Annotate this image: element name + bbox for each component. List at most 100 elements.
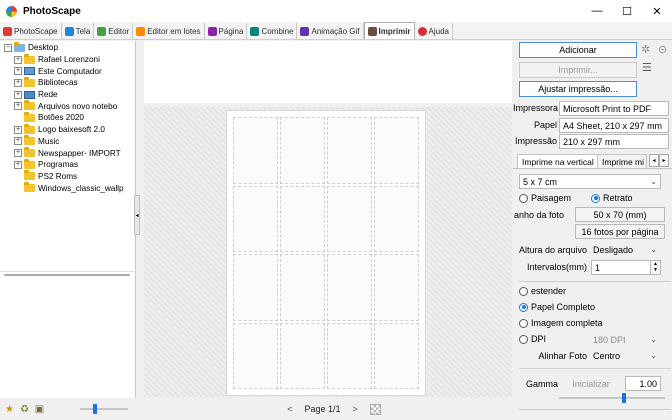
slider-thumb[interactable]: [622, 393, 627, 403]
section-divider: [519, 409, 671, 410]
interval-input[interactable]: 1 ▲ ▼: [591, 260, 661, 275]
tab-imprime-mi[interactable]: Imprime mi: [597, 154, 647, 169]
tree-item[interactable]: + Rafael Lorenzoni: [4, 53, 134, 66]
photo-slot[interactable]: [280, 185, 325, 252]
tree-item[interactable]: + Rede: [4, 89, 134, 101]
tree-item[interactable]: PS2 Roms: [4, 170, 134, 183]
tab-scroll-right-icon[interactable]: ▸: [659, 154, 669, 167]
photo-slot[interactable]: [327, 117, 372, 184]
tree-item[interactable]: + Newspapper- IMPORT: [4, 147, 134, 159]
thumbnail-size-slider[interactable]: [80, 404, 128, 414]
photo-slot[interactable]: [327, 185, 372, 252]
slider-thumb[interactable]: [93, 404, 98, 414]
expand-icon[interactable]: +: [14, 55, 22, 64]
photo-slot[interactable]: [327, 254, 372, 321]
tree-item[interactable]: + Programas: [4, 158, 134, 171]
folder-view-icon[interactable]: ▣: [34, 404, 45, 415]
tree-item[interactable]: Botões 2020: [4, 111, 134, 124]
folder-icon: [24, 170, 35, 181]
tab-photoscape[interactable]: PhotoScape: [0, 23, 62, 39]
photo-slot[interactable]: [327, 322, 372, 389]
orientation-landscape-radio[interactable]: Paisagem: [519, 193, 571, 203]
list-icon[interactable]: ☰: [642, 61, 652, 74]
tab-pagina[interactable]: Página: [205, 23, 248, 39]
tab-label: Combine: [261, 26, 294, 36]
trash-icon[interactable]: ⊝: [658, 43, 667, 56]
gamma-slider[interactable]: [559, 393, 665, 403]
collapse-icon[interactable]: −: [4, 43, 12, 52]
folder-icon: [14, 42, 25, 52]
fit-full-paper-radio[interactable]: Papel Completo: [519, 302, 595, 312]
collapse-panel-button[interactable]: ◂: [134, 195, 140, 235]
tab-editor-em-lotes[interactable]: Editor em lotes: [133, 23, 205, 39]
gamma-reset-button[interactable]: Inicializar: [559, 376, 623, 391]
spinner-icon[interactable]: ▲ ▼: [650, 261, 660, 274]
tree-item-label: Newspapper- IMPORT: [38, 148, 121, 158]
scrollbar-thumb[interactable]: [4, 274, 130, 276]
tab-combine[interactable]: Combine: [247, 23, 298, 39]
expand-icon[interactable]: +: [14, 67, 22, 76]
photo-slot[interactable]: [233, 254, 278, 321]
photo-slot[interactable]: [374, 117, 419, 184]
minimize-button[interactable]: —: [582, 0, 612, 22]
tab-ajuda[interactable]: Ajuda: [415, 23, 453, 39]
print-button[interactable]: Imprimir...: [519, 62, 637, 78]
remove-all-icon[interactable]: ✲: [641, 43, 650, 56]
checker-pattern-icon[interactable]: [369, 403, 381, 415]
expand-icon[interactable]: +: [14, 160, 22, 169]
tree-item[interactable]: + Music: [4, 135, 134, 148]
expand-icon[interactable]: +: [14, 102, 22, 111]
tab-tela[interactable]: Tela: [62, 23, 95, 39]
expand-icon[interactable]: +: [14, 90, 22, 99]
fit-stretch-radio[interactable]: estender: [519, 286, 566, 296]
file-height-select[interactable]: Desligado ⌄: [589, 242, 661, 257]
tree-item[interactable]: Windows_classic_wallp: [4, 182, 134, 194]
tab-editor[interactable]: Editor: [94, 23, 134, 39]
photo-slot[interactable]: [280, 117, 325, 184]
tab-animacao-gif[interactable]: Animação Gif: [297, 23, 364, 39]
expand-icon[interactable]: +: [14, 125, 22, 134]
print-icon: [367, 26, 377, 36]
fit-dpi-radio[interactable]: DPI: [519, 334, 546, 344]
tree-item[interactable]: + Bibliotecas: [4, 76, 134, 89]
maximize-button[interactable]: ☐: [612, 0, 642, 22]
expand-icon[interactable]: +: [14, 78, 22, 87]
tab-scroll-left-icon[interactable]: ◂: [649, 154, 659, 167]
align-photo-select[interactable]: Centro ⌄: [589, 348, 661, 363]
printer-label: Impressora: [513, 103, 559, 113]
tab-imprime-na-vertical[interactable]: Imprime na vertical: [517, 154, 599, 169]
add-button[interactable]: Adicionar: [519, 42, 637, 58]
photo-size-select[interactable]: 5 x 7 cm ⌄: [519, 174, 661, 189]
star-icon[interactable]: ★: [4, 404, 15, 415]
photo-list-area[interactable]: [144, 41, 512, 103]
left-bottom-toolbar: ★ ♻ ▣: [0, 398, 138, 420]
dpi-select[interactable]: 180 DPI ⌄: [589, 332, 661, 347]
photo-slot[interactable]: [280, 322, 325, 389]
fit-full-image-radio[interactable]: Imagem completa: [519, 318, 603, 328]
orientation-portrait-radio[interactable]: Retrato: [591, 193, 633, 203]
photo-slot[interactable]: [374, 185, 419, 252]
photo-slot[interactable]: [233, 185, 278, 252]
favorite-folder-icon[interactable]: ♻: [19, 404, 30, 415]
photo-slot[interactable]: [280, 254, 325, 321]
expand-icon[interactable]: +: [14, 137, 22, 146]
photo-slot[interactable]: [374, 254, 419, 321]
tree-item[interactable]: + Logo baixesoft 2.0: [4, 123, 134, 136]
adjust-print-button[interactable]: Ajustar impressão...: [519, 81, 637, 97]
tab-imprimir[interactable]: Imprimir: [363, 22, 415, 39]
next-page-button[interactable]: >: [353, 404, 358, 414]
folder-tree: − Desktop + Rafael Lorenzoni + Este Computa…: [4, 42, 134, 232]
photo-slot[interactable]: [233, 117, 278, 184]
photo-slot[interactable]: [374, 322, 419, 389]
tree-item[interactable]: + Este Computador: [4, 65, 134, 77]
chevron-down-icon: ⌄: [650, 177, 657, 186]
tree-item[interactable]: + Arquivos novo notebo: [4, 100, 134, 112]
tree-item-desktop[interactable]: − Desktop: [4, 42, 134, 54]
close-button[interactable]: ✕: [642, 0, 672, 22]
gamma-value[interactable]: 1.00: [625, 376, 661, 391]
expand-icon[interactable]: +: [14, 149, 22, 158]
prev-page-button[interactable]: <: [287, 404, 292, 414]
photo-slot[interactable]: [233, 322, 278, 389]
photoscape-icon: [3, 26, 12, 36]
gamma-label: Gamma: [526, 379, 559, 389]
